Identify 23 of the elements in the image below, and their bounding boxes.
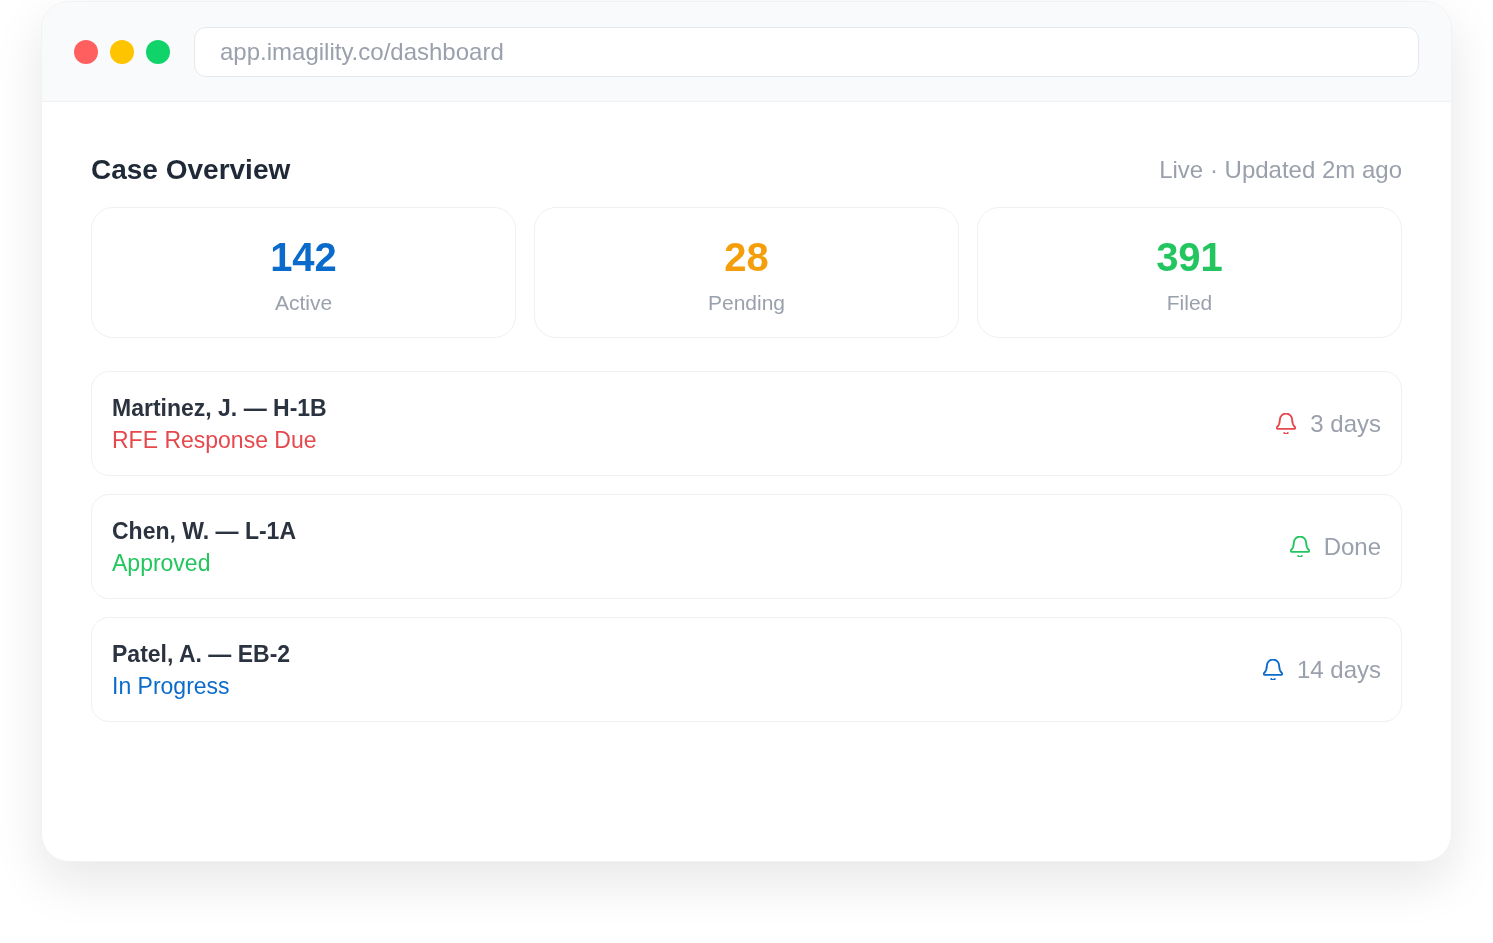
window-control-icon[interactable] — [146, 39, 170, 64]
stat-label: Pending — [707, 290, 786, 316]
stat-value: 28 — [724, 234, 769, 280]
due-label: 3 days — [1310, 408, 1381, 439]
due-label: Done — [1323, 531, 1381, 562]
stat-label: Filed — [1166, 290, 1213, 316]
stat-value: 142 — [270, 234, 337, 280]
page-title: Case Overview — [91, 153, 291, 187]
case-row[interactable]: Patel, A. — EB-2 In Progress 14 days — [91, 617, 1402, 722]
case-row[interactable]: Martinez, J. — H-1B RFE Response Due 3 days — [91, 371, 1402, 476]
due-label: 14 days — [1296, 654, 1381, 685]
case-title: Chen, W. — L-1A — [112, 516, 296, 546]
case-status: In Progress — [112, 671, 231, 701]
case-status: Approved — [112, 548, 212, 578]
window-control-icon[interactable] — [74, 39, 98, 64]
case-title: Patel, A. — EB-2 — [112, 639, 291, 669]
update-status: Live · Updated 2m ago — [1159, 155, 1402, 185]
stat-label: Active — [274, 290, 333, 316]
case-title: Martinez, J. — H-1B — [112, 393, 327, 423]
case-row[interactable]: Chen, W. — L-1A Approved Done — [91, 494, 1402, 599]
case-status: RFE Response Due — [112, 425, 318, 455]
stat-value: 391 — [1156, 234, 1223, 280]
window-control-icon[interactable] — [110, 39, 134, 64]
